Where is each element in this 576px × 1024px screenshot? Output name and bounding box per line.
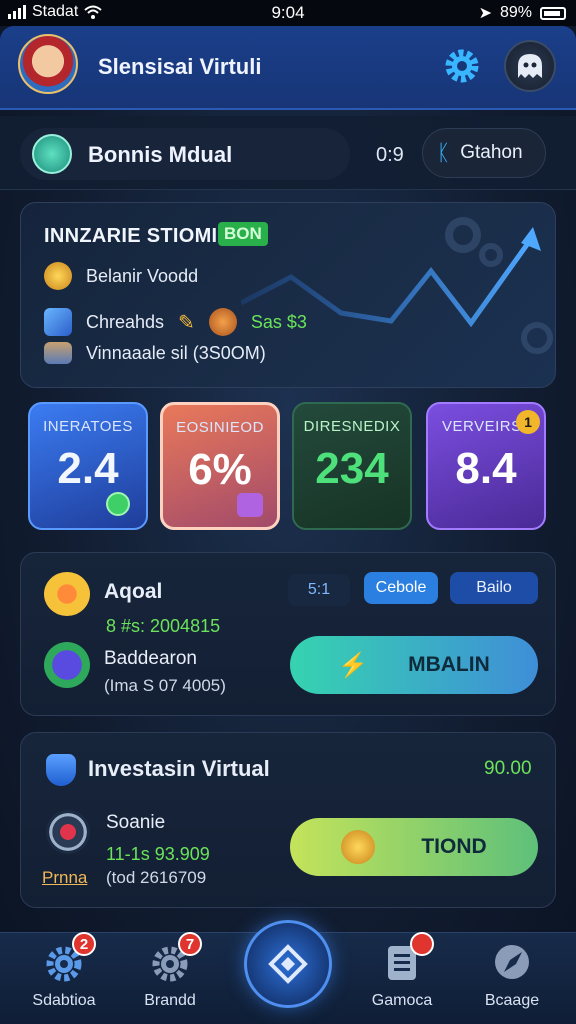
chart-row-1: Belanir Voodd bbox=[44, 262, 198, 290]
stat-tile-1[interactable]: INERATOES 2.4 bbox=[28, 402, 148, 530]
tile-value: 2.4 bbox=[57, 444, 119, 493]
pencil-icon: ✎ bbox=[178, 311, 195, 334]
card1-item-detail: (Ima S 07 4005) bbox=[104, 676, 226, 695]
cash-stack-icon bbox=[44, 308, 72, 336]
card1-subtitle: 8 #s: 2004815 bbox=[106, 616, 221, 636]
settings-gear-icon[interactable] bbox=[442, 46, 482, 86]
chart-row-extra: Sas $3 bbox=[250, 311, 307, 332]
nav-label: Brandd bbox=[144, 992, 196, 1009]
coin-icon bbox=[341, 830, 376, 864]
check-icon bbox=[106, 492, 130, 516]
chart-row-label: Belanir Voodd bbox=[86, 265, 199, 286]
shield-icon bbox=[46, 754, 76, 786]
target-icon bbox=[46, 810, 90, 854]
battery-percent: 89% bbox=[499, 4, 532, 21]
location-icon: ➤ bbox=[478, 5, 492, 22]
card1-item-title: Baddearon bbox=[104, 648, 197, 669]
balance-label: Bonnis Mdual bbox=[88, 142, 233, 167]
app-header: Slensisai Virtuli bbox=[0, 26, 576, 110]
card1-title: Aqoal bbox=[104, 580, 163, 603]
tile-value: 6% bbox=[188, 445, 252, 494]
station-button[interactable]: ᛕ Gtahon bbox=[422, 128, 546, 178]
nav-item-4[interactable]: Bcaage bbox=[462, 940, 562, 1010]
center-action-button[interactable] bbox=[244, 920, 332, 1008]
card2-primary-button[interactable]: TIOND bbox=[290, 818, 538, 876]
tile-value: 8.4 bbox=[455, 444, 517, 493]
card2-value: 90.00 bbox=[484, 758, 532, 779]
tile-badge: 1 bbox=[516, 410, 540, 434]
card1-chip-2[interactable]: Cebole bbox=[364, 572, 438, 604]
nav-label: Gamoca bbox=[371, 992, 433, 1009]
tile-label: EOSINIEOD bbox=[176, 419, 264, 436]
balance-value: 0:9 bbox=[376, 144, 404, 166]
card1-chip-3[interactable]: Bailo bbox=[450, 572, 538, 604]
user-avatar[interactable] bbox=[18, 34, 78, 94]
card2-title: Investasin Virtual bbox=[88, 756, 270, 781]
lightning-icon bbox=[44, 642, 90, 688]
nav-item-2[interactable]: 7 Brandd bbox=[120, 932, 220, 1010]
station-label: Gtahon bbox=[460, 142, 523, 163]
books-icon bbox=[44, 342, 72, 364]
chart-row-label: Chreahds bbox=[86, 311, 165, 332]
stat-tile-2[interactable]: EOSINIEOD 6% bbox=[160, 402, 280, 530]
compass-icon bbox=[490, 940, 534, 984]
chart-title: INNZARIE STIOMI bbox=[44, 225, 218, 247]
card2-item-badge: Prnna bbox=[42, 868, 88, 887]
chart-row-3: Vinnaaale sil (3S0OM) bbox=[44, 342, 266, 364]
nav-label: Sdabtioa bbox=[32, 992, 96, 1009]
stat-tile-4[interactable]: VERVEIRS 8.4 1 bbox=[426, 402, 546, 530]
card1-primary-button[interactable]: ⚡ MBALIN bbox=[290, 636, 538, 694]
app-title: Slensisai Virtuli bbox=[98, 54, 262, 79]
clipboard-icon bbox=[380, 932, 434, 984]
chart-row-label: Vinnaaale sil (3S0OM) bbox=[86, 342, 266, 363]
tile-label: INERATOES bbox=[43, 418, 133, 435]
status-bar: Stadat 9:04 ➤ 89% bbox=[0, 0, 576, 26]
card2-button-label: TIOND bbox=[421, 835, 487, 858]
nav-badge: 7 bbox=[178, 932, 202, 956]
chart-gear-icon bbox=[445, 217, 481, 253]
card1-chip-1[interactable]: 5:1 bbox=[288, 574, 350, 606]
nav-badge-dot bbox=[410, 932, 434, 956]
status-right: ➤ 89% bbox=[479, 3, 566, 23]
ghost-avatar-icon bbox=[518, 54, 542, 78]
stat-tile-3[interactable]: DIRESNEDIX 234 bbox=[292, 402, 412, 530]
nav-gear-icon: 7 bbox=[148, 932, 202, 984]
card1-button-label: MBALIN bbox=[408, 653, 490, 676]
coin-icon bbox=[208, 308, 237, 336]
trend-chart bbox=[241, 217, 553, 354]
diamond-icon bbox=[268, 944, 308, 984]
card2-item-value: 11-1s 93.909 bbox=[106, 844, 210, 864]
tile-label: DIRESNEDIX bbox=[303, 418, 401, 435]
wallet-icon bbox=[32, 134, 72, 174]
chart-row-2: Chreahds ✎ Sas $3 bbox=[44, 308, 307, 336]
nav-item-1[interactable]: 2 Sdabtioa bbox=[14, 932, 114, 1010]
nav-label: Bcaage bbox=[484, 992, 540, 1009]
chart-tag: BON bbox=[218, 222, 268, 246]
card2-item-title: Soanie bbox=[106, 812, 166, 833]
nav-gear-icon: 2 bbox=[42, 932, 96, 984]
nav-item-3[interactable]: Gamoca bbox=[352, 932, 452, 1010]
tile-value: 234 bbox=[315, 444, 389, 493]
gold-coin-icon bbox=[44, 262, 72, 290]
nav-badge: 2 bbox=[72, 932, 96, 956]
bolt-icon: ⚡ bbox=[338, 651, 369, 679]
battery-icon bbox=[540, 6, 566, 20]
profile-button[interactable] bbox=[504, 40, 556, 92]
flower-icon bbox=[44, 572, 90, 616]
link-icon: ᛕ bbox=[437, 140, 451, 165]
gift-icon bbox=[237, 493, 263, 517]
card2-item-detail: (tod 2616709 bbox=[106, 868, 207, 887]
